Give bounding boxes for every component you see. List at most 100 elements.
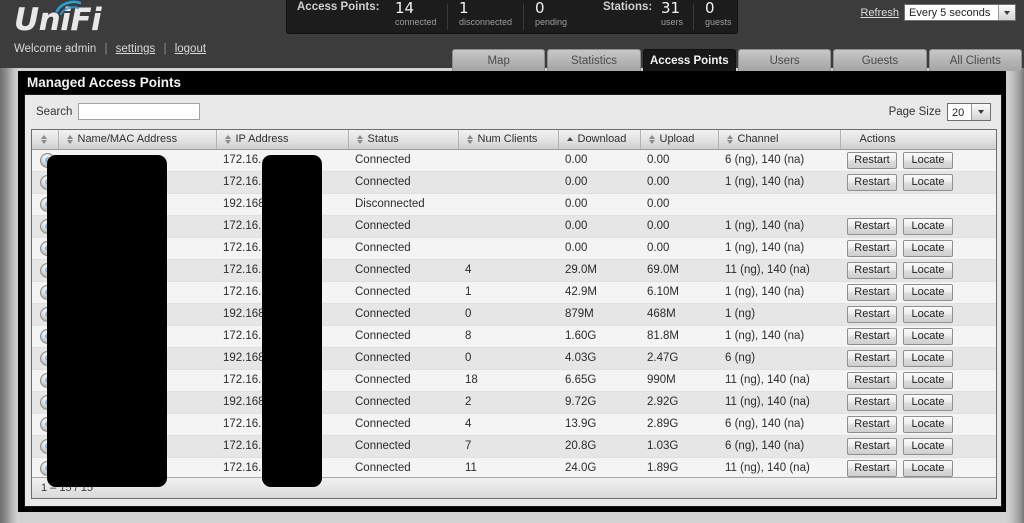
tab-guests[interactable]: Guests (833, 49, 927, 71)
column-header-channel[interactable]: Channel (718, 130, 841, 150)
cell-download: 4.03G (558, 347, 640, 370)
column-header-upload[interactable]: Upload (640, 130, 719, 150)
cell-status: Connected (348, 237, 458, 260)
locate-button[interactable]: Locate (903, 327, 953, 345)
column-header-download[interactable]: Download (558, 130, 641, 150)
cell-channel: 1 (ng) (718, 303, 840, 326)
cell-status: Connected (348, 391, 458, 414)
locate-button[interactable]: Locate (903, 305, 953, 323)
restart-button[interactable]: Restart (847, 305, 897, 323)
cell-channel: 1 (ng), 140 (na) (718, 215, 840, 238)
cell-upload: 468M (640, 303, 718, 326)
cell-actions: Restart Locate (840, 347, 996, 370)
tab-access-points[interactable]: Access Points (642, 49, 736, 71)
cell-download: 42.9M (558, 281, 640, 304)
cell-channel: 6 (ng) (718, 347, 840, 370)
table-row[interactable]: 192.168 Connected 0 879M 468M 1 (ng) Restart Lo… (32, 303, 996, 326)
locate-button[interactable]: Locate (903, 415, 953, 433)
column-header-label: Channel (737, 133, 779, 146)
restart-button[interactable]: Restart (847, 261, 897, 279)
tab-users[interactable]: Users (737, 49, 832, 71)
column-header-num-clients[interactable]: Num Clients (458, 130, 559, 150)
locate-button[interactable]: Locate (903, 283, 953, 301)
restart-button[interactable]: Restart (847, 415, 897, 433)
table-row[interactable]: 172.16. Connected 4 29.0M 69.0M 11 (ng), 140 … (32, 259, 996, 282)
sort-arrows-icon (648, 134, 657, 145)
main-nav-tabs: Map Statistics Access Points Users Guest… (452, 49, 1022, 72)
locate-button[interactable]: Locate (903, 393, 953, 411)
restart-button[interactable]: Restart (847, 393, 897, 411)
cell-download: 20.8G (558, 435, 640, 458)
search-input[interactable] (78, 103, 201, 120)
sort-arrows-icon (566, 136, 575, 143)
restart-button[interactable]: Restart (847, 151, 897, 169)
table-row[interactable]: 172.16. Connected 11 24.0G 1.89G 11 (ng), 140… (32, 457, 996, 480)
column-header-actions[interactable]: Actions (840, 130, 996, 150)
refresh-interval-select[interactable]: Every 5 seconds (904, 4, 1016, 21)
column-header-name-mac-address[interactable]: Name/MAC Address (58, 130, 217, 150)
refresh-link[interactable]: Refresh (860, 7, 899, 19)
cell-actions: Restart Locate (840, 391, 996, 414)
column-header-status[interactable]: Status (348, 130, 459, 150)
table-row[interactable]: 172.16. Connected 8 1.60G 81.8M 1 (ng), 140 (… (32, 325, 996, 348)
stat-ap-connected-value: 14 (395, 0, 415, 17)
tab-map[interactable]: Map (452, 49, 546, 71)
cell-status: Connected (348, 325, 458, 348)
locate-button[interactable]: Locate (903, 173, 953, 191)
table-row[interactable]: 172.16. Connected 4 13.9G 2.89G 6 (ng), 140 (… (32, 413, 996, 436)
stat-ap-connected: 14 connected (395, 0, 437, 28)
restart-button[interactable]: Restart (847, 283, 897, 301)
locate-button[interactable]: Locate (903, 371, 953, 389)
table-row[interactable]: 172.16. Connected 0.00 0.00 1 (ng), 140 (na)… (32, 215, 996, 238)
cell-channel: 6 (ng), 140 (na) (718, 413, 840, 436)
column-header-ip-address[interactable]: IP Address (216, 130, 349, 150)
restart-button[interactable]: Restart (847, 217, 897, 235)
restart-button[interactable]: Restart (847, 437, 897, 455)
cell-actions (840, 193, 996, 216)
cell-num-clients: 11 (458, 457, 558, 480)
locate-button[interactable]: Locate (903, 437, 953, 455)
sort-arrows-icon (726, 134, 735, 145)
tab-statistics[interactable]: Statistics (547, 49, 641, 71)
table-row[interactable]: 192.168 Disconnected 0.00 0.00 (32, 193, 996, 216)
table-row[interactable]: 192.168 Connected 2 9.72G 2.92G 11 (ng), 140 … (32, 391, 996, 414)
locate-button[interactable]: Locate (903, 239, 953, 257)
cell-upload: 0.00 (640, 193, 718, 216)
restart-button[interactable]: Restart (847, 327, 897, 345)
table-row[interactable]: 172.16. Connected 1 42.9M 6.10M 1 (ng), 140 (… (32, 281, 996, 304)
page-size-select[interactable]: 20 (947, 103, 991, 121)
locate-button[interactable]: Locate (903, 261, 953, 279)
table-row[interactable]: 172.16. Connected 18 6.65G 990M 11 (ng), 140 … (32, 369, 996, 392)
cell-actions: Restart Locate (840, 215, 996, 238)
column-header-label: Name/MAC Address (77, 133, 178, 146)
stats-divider-3 (693, 4, 694, 30)
locate-button[interactable]: Locate (903, 349, 953, 367)
table-row[interactable]: 172.16. Connected 0.00 0.00 1 (ng), 140 (na)… (32, 237, 996, 260)
restart-button[interactable]: Restart (847, 173, 897, 191)
page-size-label: Page Size (888, 106, 941, 118)
stats-summary-panel: Access Points: 14 connected 1 disconnect… (286, 0, 738, 34)
logout-link[interactable]: logout (175, 43, 206, 55)
locate-button[interactable]: Locate (903, 151, 953, 169)
restart-button[interactable]: Restart (847, 239, 897, 257)
column-header-icon[interactable] (32, 130, 59, 150)
locate-button[interactable]: Locate (903, 459, 953, 477)
cell-channel: 6 (ng), 140 (na) (718, 435, 840, 458)
restart-button[interactable]: Restart (847, 349, 897, 367)
locate-button[interactable]: Locate (903, 217, 953, 235)
table-row[interactable]: 172.16. Connected 0.00 0.00 6 (ng), 140 (na)… (32, 149, 996, 172)
cell-upload: 81.8M (640, 325, 718, 348)
cell-num-clients (458, 149, 558, 172)
restart-button[interactable]: Restart (847, 371, 897, 389)
cell-num-clients: 1 (458, 281, 558, 304)
restart-button[interactable]: Restart (847, 459, 897, 477)
search-area: Search (36, 103, 201, 120)
table-row[interactable]: 172.16. Connected 7 20.8G 1.03G 6 (ng), 140 (… (32, 435, 996, 458)
cell-num-clients (458, 193, 558, 216)
table-row[interactable]: 172.16. Connected 0.00 0.00 1 (ng), 140 (na)… (32, 171, 996, 194)
tab-all-clients[interactable]: All Clients (928, 49, 1022, 71)
table-header: Name/MAC Address IP Address Status Num Clie… (32, 130, 996, 150)
settings-link[interactable]: settings (116, 43, 156, 55)
table-row[interactable]: 192.168 Connected 0 4.03G 2.47G 6 (ng) Restart… (32, 347, 996, 370)
cell-upload: 0.00 (640, 171, 718, 194)
